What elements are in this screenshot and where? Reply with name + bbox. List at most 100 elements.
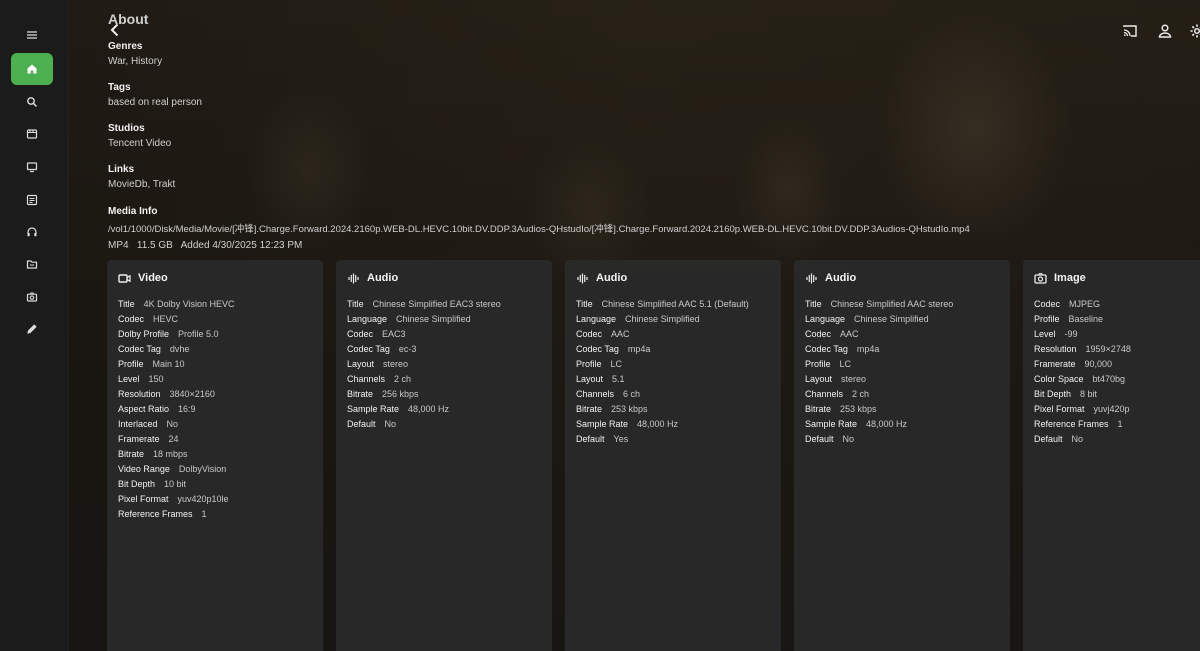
stream-card-video: Video Title 4K Dolby Vision HEVC Codec HEVC D… bbox=[107, 260, 323, 651]
settings-button[interactable] bbox=[1188, 22, 1200, 40]
property-key: Color Space bbox=[1034, 374, 1084, 384]
property-value: No bbox=[1071, 434, 1084, 444]
media-summary: MP4 11.5 GB Added 4/30/2025 12:23 PM bbox=[108, 240, 303, 251]
property-key: Default bbox=[1034, 434, 1063, 444]
property-key: Level bbox=[118, 374, 140, 384]
sidebar-item-edit[interactable] bbox=[11, 313, 53, 345]
pencil-icon bbox=[27, 324, 37, 334]
stream-property-row: Codec Tag mp4a bbox=[805, 342, 999, 357]
property-value: stereo bbox=[841, 374, 867, 384]
video-icon bbox=[118, 273, 131, 283]
audio-icon bbox=[348, 273, 359, 283]
headphones-icon bbox=[27, 227, 37, 237]
property-key: Default bbox=[805, 434, 834, 444]
property-key: Codec Tag bbox=[576, 344, 619, 354]
sidebar-menu-button[interactable] bbox=[11, 19, 53, 51]
stream-property-row: Profile LC bbox=[805, 357, 999, 372]
studios-section: Studios Tencent Video bbox=[108, 123, 171, 149]
property-key: Default bbox=[576, 434, 605, 444]
stream-property-row: Bitrate 253 kbps bbox=[576, 402, 770, 417]
stream-property-row: Sample Rate 48,000 Hz bbox=[805, 417, 999, 432]
property-key: Profile bbox=[118, 359, 144, 369]
property-key: Reference Frames bbox=[118, 509, 193, 519]
sidebar-item-tv[interactable] bbox=[11, 151, 53, 183]
property-value: Profile 5.0 bbox=[178, 329, 219, 339]
tags-value[interactable]: based on real person bbox=[108, 97, 202, 108]
stream-card-header: Audio bbox=[347, 271, 541, 285]
camera-icon bbox=[26, 292, 38, 302]
property-value: LC bbox=[610, 359, 623, 369]
stream-property-row: Level -99 bbox=[1034, 327, 1200, 342]
property-key: Codec bbox=[1034, 299, 1061, 309]
property-value: Baseline bbox=[1068, 314, 1104, 324]
studios-value[interactable]: Tencent Video bbox=[108, 138, 171, 149]
stream-property-row: Bitrate 256 kbps bbox=[347, 387, 541, 402]
property-value: 48,000 Hz bbox=[408, 404, 450, 414]
sidebar-item-photos[interactable] bbox=[11, 281, 53, 313]
stream-property-row: Framerate 24 bbox=[118, 432, 312, 447]
stream-property-row: Layout 5.1 bbox=[576, 372, 770, 387]
property-value: 10 bit bbox=[164, 479, 187, 489]
property-key: Language bbox=[805, 314, 846, 324]
property-key: Reference Frames bbox=[1034, 419, 1109, 429]
stream-card-audio: Audio Title Chinese Simplified AAC stereo L… bbox=[794, 260, 1010, 651]
property-value: HEVC bbox=[153, 314, 179, 324]
property-key: Layout bbox=[805, 374, 833, 384]
property-key: Bit Depth bbox=[118, 479, 156, 489]
stream-property-row: Layout stereo bbox=[347, 357, 541, 372]
stream-property-row: Framerate 90,000 bbox=[1034, 357, 1200, 372]
stream-property-row: Channels 2 ch bbox=[805, 387, 999, 402]
stream-property-row: Language Chinese Simplified bbox=[576, 312, 770, 327]
property-key: Channels bbox=[576, 389, 615, 399]
stream-card-header: Image bbox=[1034, 271, 1200, 285]
cast-button[interactable] bbox=[1121, 22, 1139, 40]
back-arrow-icon[interactable] bbox=[107, 22, 123, 38]
user-button[interactable] bbox=[1156, 22, 1174, 40]
property-key: Codec bbox=[805, 329, 832, 339]
stream-property-row: Title Chinese Simplified EAC3 stereo bbox=[347, 297, 541, 312]
sidebar-item-movies[interactable] bbox=[11, 118, 53, 150]
property-key: Channels bbox=[805, 389, 844, 399]
home-icon bbox=[27, 64, 37, 74]
property-key: Bitrate bbox=[576, 404, 603, 414]
stream-property-row: Codec Tag mp4a bbox=[576, 342, 770, 357]
property-value: dvhe bbox=[169, 344, 190, 354]
property-value: 18 mbps bbox=[153, 449, 188, 459]
property-value: 90,000 bbox=[1084, 359, 1113, 369]
property-key: Codec bbox=[118, 314, 145, 324]
folder-icon bbox=[26, 260, 38, 269]
genres-value[interactable]: War, History bbox=[108, 56, 162, 67]
sidebar bbox=[0, 0, 69, 651]
image-icon bbox=[1034, 272, 1047, 284]
property-value: No bbox=[842, 434, 855, 444]
property-value: 6 ch bbox=[623, 389, 641, 399]
media-info-label: Media Info bbox=[108, 206, 158, 217]
property-value: No bbox=[384, 419, 397, 429]
user-icon bbox=[1158, 24, 1172, 38]
stream-property-row: Default Yes bbox=[576, 432, 770, 447]
stream-property-row: Bit Depth 10 bit bbox=[118, 477, 312, 492]
sidebar-item-collections[interactable] bbox=[11, 184, 53, 216]
tags-label: Tags bbox=[108, 82, 131, 93]
sidebar-item-music[interactable] bbox=[11, 216, 53, 248]
property-value: Chinese Simplified AAC stereo bbox=[830, 299, 954, 309]
property-value: 2 ch bbox=[852, 389, 870, 399]
sidebar-item-search[interactable] bbox=[11, 86, 53, 118]
sidebar-item-home[interactable] bbox=[11, 53, 53, 85]
property-key: Codec Tag bbox=[118, 344, 161, 354]
stream-card-title: Audio bbox=[825, 272, 857, 284]
stream-property-row: Dolby Profile Profile 5.0 bbox=[118, 327, 312, 342]
property-value: DolbyVision bbox=[178, 464, 227, 474]
property-value: 253 kbps bbox=[840, 404, 877, 414]
stream-property-row: Language Chinese Simplified bbox=[347, 312, 541, 327]
sidebar-item-folders[interactable] bbox=[11, 248, 53, 280]
property-key: Framerate bbox=[1034, 359, 1076, 369]
links-value[interactable]: MovieDb, Trakt bbox=[108, 179, 175, 190]
property-value: 253 kbps bbox=[611, 404, 648, 414]
property-value: 16:9 bbox=[178, 404, 196, 414]
property-value: mp4a bbox=[627, 344, 651, 354]
property-value: yuvj420p bbox=[1093, 404, 1130, 414]
stream-card-title: Image bbox=[1054, 272, 1086, 284]
property-key: Bit Depth bbox=[1034, 389, 1072, 399]
property-key: Resolution bbox=[118, 389, 161, 399]
